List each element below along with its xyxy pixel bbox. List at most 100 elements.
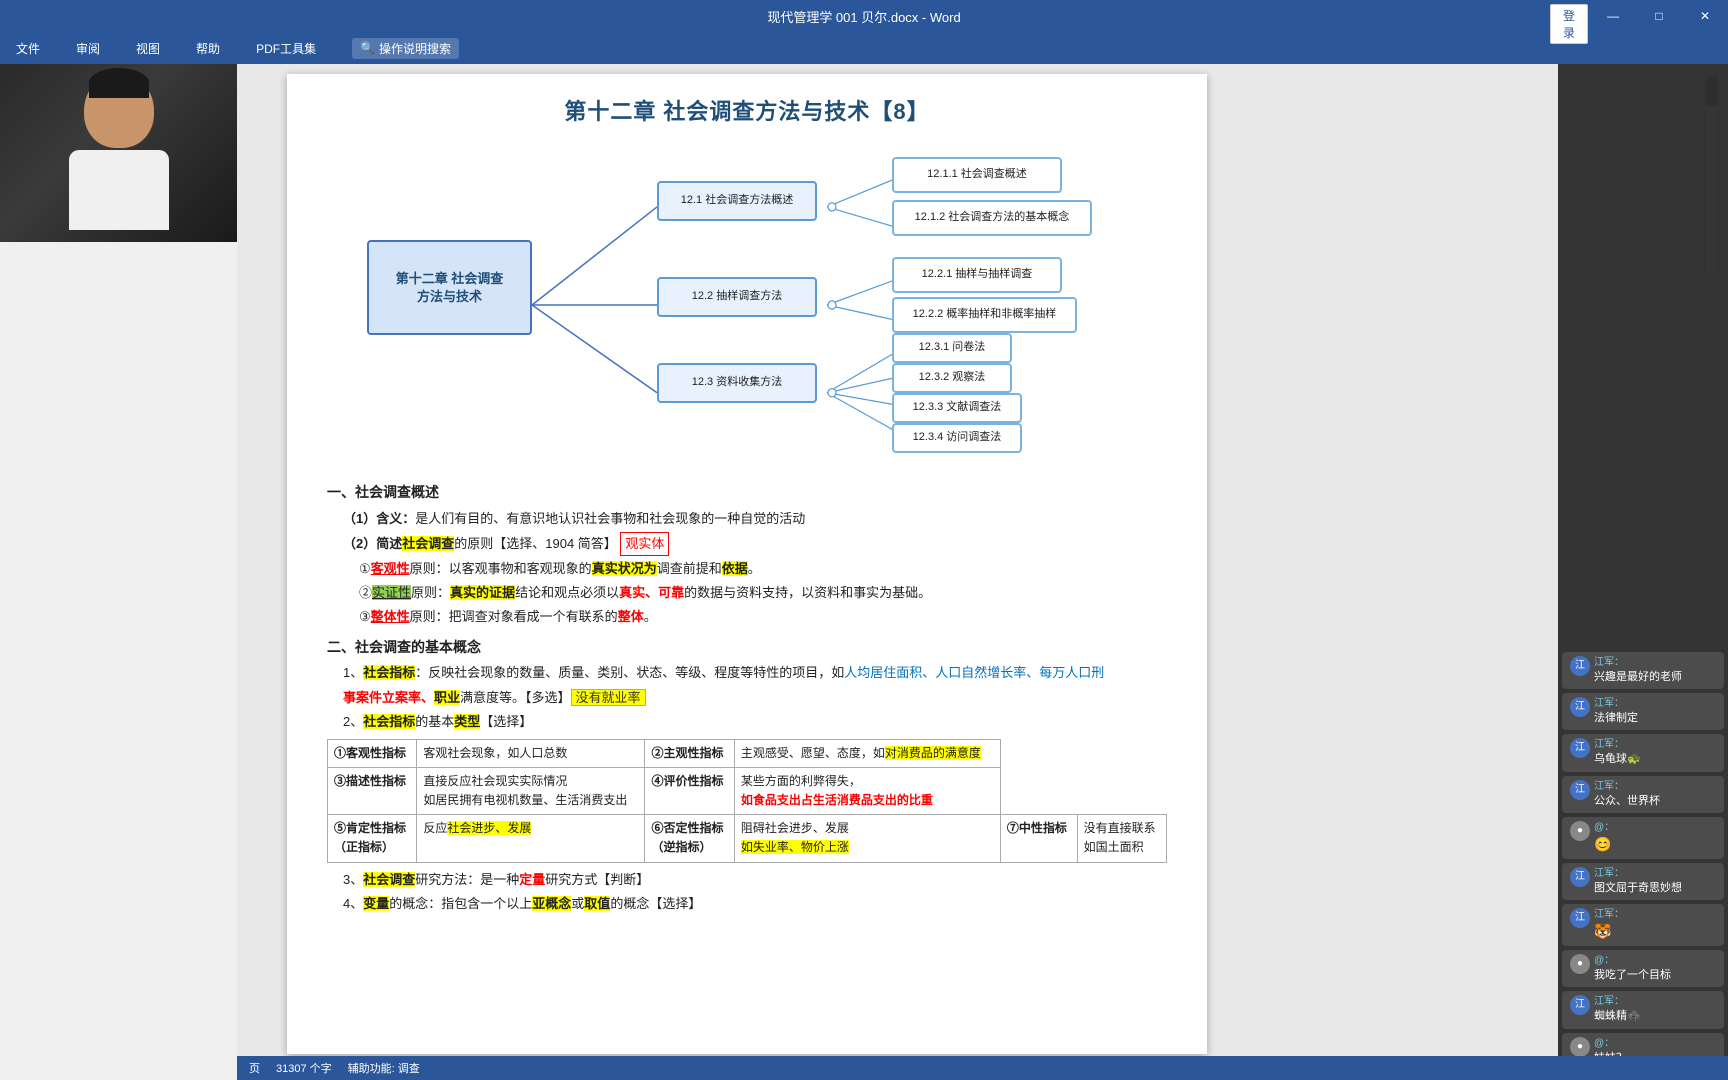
- minimize-button[interactable]: —: [1590, 0, 1636, 32]
- document-page: 第十二章 社会调查方法与技术【8】: [287, 74, 1207, 1054]
- table-row-1: ①客观性指标 客观社会现象，如人口总数 ②主观性指标 主观感受、愿望、态度，如对…: [328, 739, 1167, 767]
- mindmap-node-12-3-3: 12.3.3 文献调查法: [892, 393, 1022, 423]
- chat-message-3: 江 江军： 乌龟球🐢: [1562, 734, 1724, 771]
- chat-message-2: 江 江军： 法律制定: [1562, 693, 1724, 730]
- chat-message-4: 江 江军： 公众、世界杯: [1562, 776, 1724, 813]
- cell-2-3: ④评价性指标: [645, 767, 734, 814]
- chat-avatar-2: 江: [1570, 697, 1590, 717]
- maximize-button[interactable]: □: [1636, 0, 1682, 32]
- table-row-2: ③描述性指标 直接反应社会现实实际情况如居民拥有电视机数量、生活消费支出 ④评价…: [328, 767, 1167, 814]
- ribbon-tab-help[interactable]: 帮助: [188, 36, 228, 61]
- chat-content-9: 江军： 蜘蛛精🕷️: [1594, 995, 1716, 1024]
- chat-message-5: ● @： 😊: [1562, 817, 1724, 859]
- mindmap-node-12-1-2: 12.1.2 社会调查方法的基本概念: [892, 200, 1092, 236]
- chat-text-6: 图文屈于奇思妙想: [1594, 881, 1716, 896]
- leaf-label: 12.3.3 文献调查法: [913, 400, 1002, 415]
- cell-2-1: ③描述性指标: [328, 767, 417, 814]
- chat-message-9: 江 江军： 蜘蛛精🕷️: [1562, 991, 1724, 1028]
- chat-name-6: 江军：: [1594, 867, 1716, 881]
- camera-person: [0, 64, 237, 242]
- social-indicator-table: ①客观性指标 客观社会现象，如人口总数 ②主观性指标 主观感受、愿望、态度，如对…: [327, 739, 1167, 863]
- chat-text-1: 兴趣是最好的老师: [1594, 670, 1716, 685]
- cell-3-4: 阻碍社会进步、发展如失业率、物价上涨: [734, 815, 1000, 862]
- sub-item-1-2-1: ①客观性原则：以客观事物和客观现象的真实状况为调查前提和依据。: [359, 558, 1167, 580]
- mindmap: 第十二章 社会调查方法与技术 12.1 社会调查方法概述 12.2 抽样调查方法…: [327, 145, 1167, 465]
- cell-3-5: ⑦中性指标: [1000, 815, 1077, 862]
- cell-1-2: 客观社会现象，如人口总数: [417, 739, 645, 767]
- node-label: 12.1 社会调查方法概述: [681, 193, 793, 208]
- mindmap-node-12-3: 12.3 资料收集方法: [657, 363, 817, 403]
- close-button[interactable]: ✕: [1682, 0, 1728, 32]
- center-label: 第十二章 社会调查方法与技术: [396, 270, 504, 306]
- person-head: [84, 73, 154, 148]
- mindmap-node-12-3-4: 12.3.4 访问调查法: [892, 423, 1022, 453]
- chat-content-7: 江军： 🐯: [1594, 908, 1716, 942]
- cell-3-3: ⑥否定性指标（逆指标）: [645, 815, 734, 862]
- chat-name-4: 江军：: [1594, 780, 1716, 794]
- chat-avatar-6: 江: [1570, 867, 1590, 887]
- cell-1-1: ①客观性指标: [328, 739, 417, 767]
- ribbon-tab-file[interactable]: 文件: [8, 36, 48, 61]
- chat-message-1: 江 江军： 兴趣是最好的老师: [1562, 652, 1724, 689]
- node-label: 12.2 抽样调查方法: [692, 289, 782, 304]
- cell-2-4: 某些方面的利弊得失，如食品支出占生活消费品支出的比重: [734, 767, 1000, 814]
- leaf-label: 12.2.2 概率抽样和非概率抽样: [913, 307, 1057, 322]
- chat-name-2: 江军：: [1594, 697, 1716, 711]
- window-title: 现代管理学 001 贝尔.docx - Word: [767, 7, 960, 26]
- chat-content-8: @： 我吃了一个目标: [1594, 954, 1716, 983]
- sub-item-1-2-3: ③整体性原则：把调查对象看成一个有联系的整体。: [359, 606, 1167, 628]
- cell-2-2: 直接反应社会现实实际情况如居民拥有电视机数量、生活消费支出: [417, 767, 645, 814]
- chat-text-3: 乌龟球🐢: [1594, 752, 1716, 767]
- chat-avatar-1: 江: [1570, 656, 1590, 676]
- status-bar: 页 31307 个字 辅助功能: 调查: [237, 1056, 1728, 1080]
- ribbon-search[interactable]: 🔍 操作说明搜索: [352, 38, 459, 59]
- mindmap-node-12-2-1: 12.2.1 抽样与抽样调查: [892, 257, 1062, 293]
- chat-name-8: @：: [1594, 954, 1716, 968]
- chapter-title: 第十二章 社会调查方法与技术【8】: [327, 94, 1167, 129]
- chat-message-8: ● @： 我吃了一个目标: [1562, 950, 1724, 987]
- chat-sidebar: 江 江军： 兴趣是最好的老师 江 江军： 法律制定 江 江军： 乌龟球🐢 江 江…: [1558, 64, 1728, 1080]
- item-2-2: 2、社会指标的基本类型【选择】: [343, 711, 1167, 733]
- word-count: 31307 个字: [276, 1060, 332, 1076]
- chat-text-5: 😊: [1594, 835, 1716, 855]
- cell-3-1: ⑤肯定性指标（正指标）: [328, 815, 417, 862]
- chat-content-6: 江军： 图文屈于奇思妙想: [1594, 867, 1716, 896]
- chat-content-3: 江军： 乌龟球🐢: [1594, 738, 1716, 767]
- person-hair: [89, 68, 149, 98]
- chat-avatar-5: ●: [1570, 821, 1590, 841]
- leaf-label: 12.2.1 抽样与抽样调查: [922, 267, 1033, 282]
- login-button[interactable]: 登录: [1550, 4, 1588, 44]
- ribbon-tab-pdf[interactable]: PDF工具集: [248, 36, 324, 61]
- leaf-label: 12.3.2 观察法: [919, 370, 986, 385]
- document-area: 第十二章 社会调查方法与技术【8】: [237, 64, 1728, 1080]
- item-2-1: 1、社会指标：反映社会现象的数量、质量、类别、状态、等级、程度等特性的项目，如人…: [343, 662, 1167, 684]
- mindmap-center: 第十二章 社会调查方法与技术: [367, 240, 532, 335]
- mindmap-node-12-2-2: 12.2.2 概率抽样和非概率抽样: [892, 297, 1077, 333]
- item-1-2: （2）简述社会调查的原则【选择、1904 简答】 观实体: [343, 532, 1167, 556]
- assist-label: 辅助功能: 调查: [348, 1060, 420, 1076]
- sub-item-1-2-2: ②实证性原则：真实的证据结论和观点必须以真实、可靠的数据与资料支持，以资料和事实…: [359, 582, 1167, 604]
- title-bar: 现代管理学 001 贝尔.docx - Word 登录 — □ ✕: [0, 0, 1728, 32]
- chat-avatar-10: ●: [1570, 1037, 1590, 1057]
- leaf-label: 12.3.1 问卷法: [919, 340, 986, 355]
- chat-avatar-9: 江: [1570, 995, 1590, 1015]
- ribbon-search-label: 操作说明搜索: [379, 40, 451, 57]
- table-row-3: ⑤肯定性指标（正指标） 反应社会进步、发展 ⑥否定性指标（逆指标） 阻碍社会进步…: [328, 815, 1167, 862]
- chat-text-7: 🐯: [1594, 922, 1716, 942]
- chat-name-7: 江军：: [1594, 908, 1716, 922]
- cell-3-2: 反应社会进步、发展: [417, 815, 645, 862]
- mindmap-node-12-1-1: 12.1.1 社会调查概述: [892, 157, 1062, 193]
- chat-message-6: 江 江军： 图文屈于奇思妙想: [1562, 863, 1724, 900]
- chat-name-1: 江军：: [1594, 656, 1716, 670]
- item-2-3: 3、社会调查研究方法：是一种定量研究方式【判断】: [343, 869, 1167, 891]
- chat-name-9: 江军：: [1594, 995, 1716, 1009]
- chat-message-7: 江 江军： 🐯: [1562, 904, 1724, 946]
- chat-avatar-3: 江: [1570, 738, 1590, 758]
- chat-content-2: 江军： 法律制定: [1594, 697, 1716, 726]
- chat-name-10: @：: [1594, 1037, 1716, 1051]
- chat-text-9: 蜘蛛精🕷️: [1594, 1009, 1716, 1024]
- leaf-label: 12.3.4 访问调查法: [913, 430, 1002, 445]
- ribbon-tab-review[interactable]: 审阅: [68, 36, 108, 61]
- item-2-4: 4、变量的概念：指包含一个以上亚概念或取值的概念【选择】: [343, 893, 1167, 915]
- ribbon-tab-view[interactable]: 视图: [128, 36, 168, 61]
